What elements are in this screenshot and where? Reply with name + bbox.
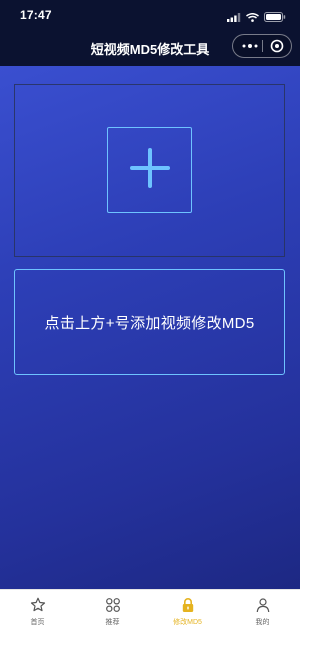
hint-box: 点击上方+号添加视频修改MD5 xyxy=(14,269,285,375)
hint-text: 点击上方+号添加视频修改MD5 xyxy=(44,314,255,332)
grid-icon xyxy=(104,596,122,614)
wifi-icon xyxy=(246,9,259,27)
add-video-button[interactable] xyxy=(107,127,192,213)
tab-modify-md5[interactable]: 修改MD5 xyxy=(150,590,225,649)
plus-icon xyxy=(129,147,171,194)
capsule-divider xyxy=(262,40,263,52)
tab-label: 首页 xyxy=(30,619,45,626)
more-dots-icon[interactable] xyxy=(238,35,262,57)
signal-icon xyxy=(227,9,241,27)
status-bar: 17:47 xyxy=(0,0,300,28)
nav-bar: 短视频MD5修改工具 xyxy=(0,28,300,66)
close-circle-icon[interactable] xyxy=(264,35,290,57)
upload-area xyxy=(14,84,285,257)
lock-icon xyxy=(179,596,197,614)
battery-icon xyxy=(264,9,286,27)
tab-label: 修改MD5 xyxy=(173,619,202,626)
star-icon xyxy=(29,596,47,614)
main-content: 点击上方+号添加视频修改MD5 xyxy=(0,66,300,589)
status-icons xyxy=(227,9,286,27)
tab-label: 推荐 xyxy=(105,619,120,626)
tab-recommend[interactable]: 推荐 xyxy=(75,590,150,649)
tab-label: 我的 xyxy=(255,619,270,626)
tab-home[interactable]: 首页 xyxy=(0,590,75,649)
person-icon xyxy=(254,596,272,614)
mini-program-capsule xyxy=(232,34,292,58)
status-time: 17:47 xyxy=(20,8,52,22)
tab-mine[interactable]: 我的 xyxy=(225,590,300,649)
tab-bar: 首页 推荐 修改MD5 我的 xyxy=(0,589,300,649)
